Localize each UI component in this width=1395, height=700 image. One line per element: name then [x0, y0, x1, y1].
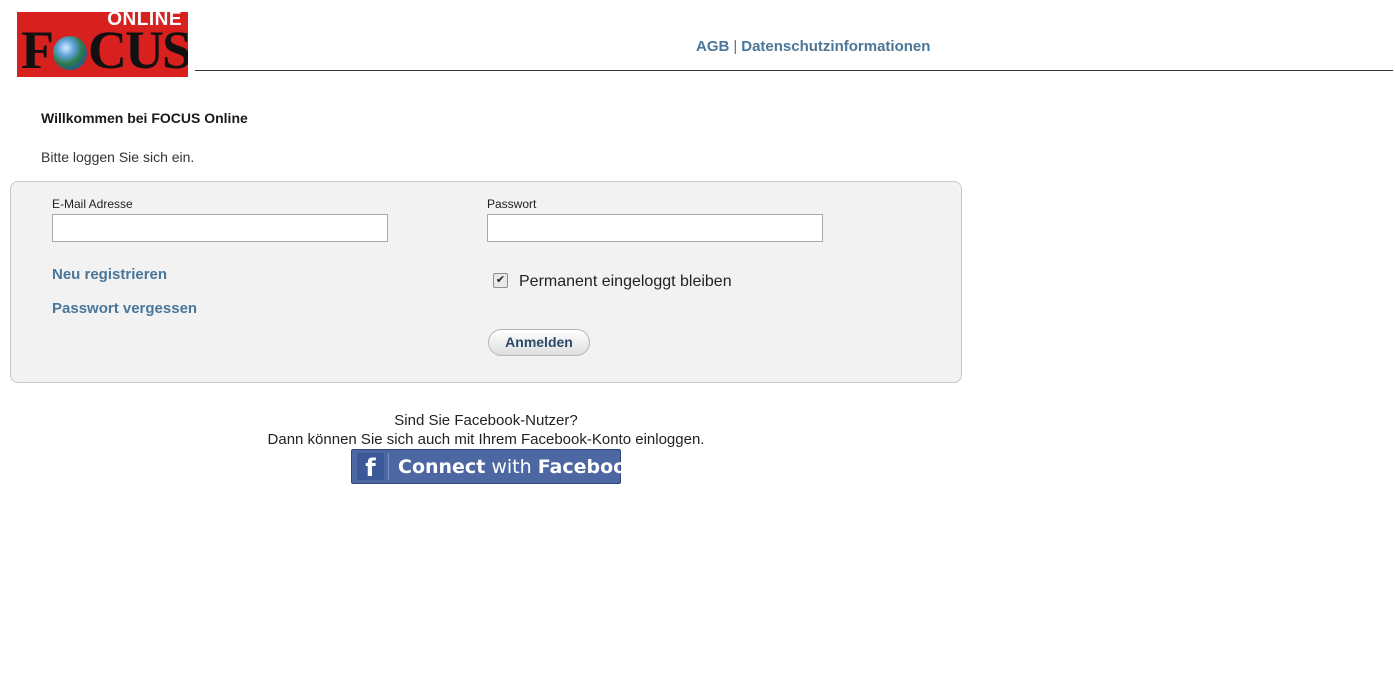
logo-focus-text: F CUS [21, 23, 188, 77]
focus-online-logo[interactable]: ONLINE F CUS [17, 12, 188, 77]
remember-checkbox[interactable]: ✔ [493, 273, 508, 288]
logo-letter-f: F [21, 20, 54, 77]
password-label: Passwort [487, 197, 537, 211]
remember-label[interactable]: Permanent eingeloggt bleiben [519, 273, 732, 291]
email-field[interactable] [52, 214, 388, 242]
privacy-link[interactable]: Datenschutzinformationen [741, 38, 930, 55]
fb-facebook-text: Facebook [537, 456, 639, 478]
facebook-button-divider [388, 453, 389, 480]
link-separator: | [733, 38, 738, 55]
facebook-question: Sind Sie Facebook-Nutzer? [394, 412, 578, 429]
checkmark-icon: ✔ [495, 274, 506, 286]
logo-letters-cus: CUS [88, 20, 188, 77]
login-button[interactable]: Anmelden [488, 329, 590, 356]
email-label: E-Mail Adresse [52, 197, 133, 211]
login-form: E-Mail Adresse Passwort Neu registrieren… [10, 181, 962, 383]
agb-link[interactable]: AGB [696, 38, 729, 55]
login-prompt: Bitte loggen Sie sich ein. [41, 149, 195, 165]
globe-icon [53, 35, 87, 70]
fb-connect-text: Connect [398, 456, 486, 478]
facebook-connect-button[interactable]: f Connect with Facebook [351, 449, 639, 484]
facebook-info-text: Dann können Sie sich auch mit Ihrem Face… [267, 431, 705, 448]
welcome-heading: Willkommen bei FOCUS Online [41, 110, 248, 126]
top-links: AGB | Datenschutzinformationen [696, 38, 930, 55]
facebook-icon: f [357, 453, 384, 482]
facebook-button-label: Connect with Facebook [398, 456, 639, 478]
password-field[interactable] [487, 214, 823, 242]
header-divider [195, 70, 1393, 71]
register-link[interactable]: Neu registrieren [52, 266, 167, 283]
fb-with-text: with [491, 456, 532, 478]
facebook-info: Sind Sie Facebook-Nutzer? Dann können Si… [186, 411, 786, 449]
forgot-password-link[interactable]: Passwort vergessen [52, 300, 197, 317]
